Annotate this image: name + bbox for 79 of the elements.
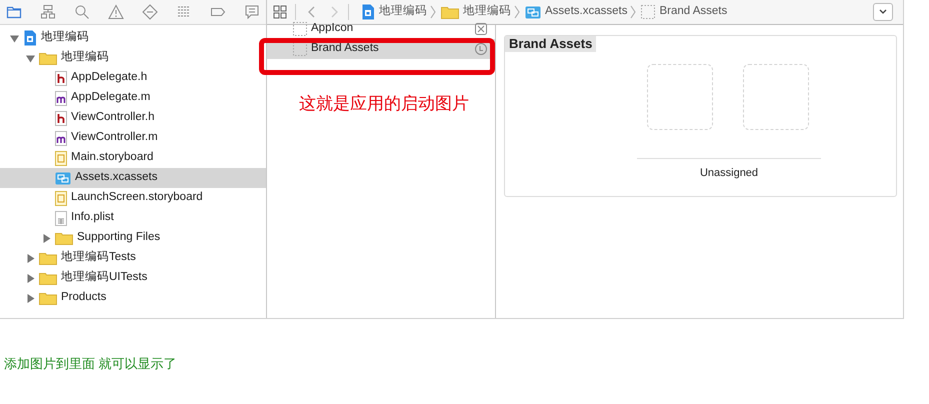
breadcrumb-item[interactable]: 地理编码 [379,3,427,21]
tree-item-label: LaunchScreen.storyboard [71,190,203,206]
chevron-down-icon [879,9,887,15]
folder-icon[interactable] [6,4,22,20]
plist-file-icon [55,210,67,226]
disclosure-down-icon[interactable] [26,54,35,62]
tree-item-label: 地理编码 [61,50,109,66]
folder-icon [39,251,57,265]
folder-icon [39,291,57,305]
hierarchy-icon[interactable] [40,4,56,20]
panel-title: Brand Assets [505,36,596,52]
tree-item-label: AppDelegate.h [71,70,148,86]
folder-icon [39,271,57,285]
speech-bubble-icon[interactable] [244,4,260,20]
dashed-square-icon [293,42,307,56]
tree-item-label: Products [61,290,106,306]
tree-item-label: Supporting Files [77,230,160,246]
tree-row[interactable]: 地理编码UITests [0,268,266,288]
annotation-text: 这就是应用的启动图片 [299,93,469,115]
tree-item-label: ViewController.m [71,130,158,146]
tree-row[interactable]: 地理编码 [0,48,266,68]
tree-item-label: 地理编码UITests [61,270,148,286]
tree-row[interactable]: Supporting Files [0,228,266,248]
tree-item-label: 地理编码 [41,30,89,46]
tree-row[interactable]: AppDelegate.h [0,68,266,88]
asset-row[interactable]: AppIcon [267,19,495,39]
asset-name: AppIcon [311,21,354,36]
breadcrumb-separator-icon [513,5,521,19]
tree-item-label: Info.plist [71,210,114,226]
breadcrumb-item[interactable]: Brand Assets [659,3,728,21]
breadcrumb-item[interactable]: Assets.xcassets [545,3,628,21]
tree-row[interactable]: Products [0,288,266,308]
app-icon-badge-icon [475,23,487,35]
tree-item-label: AppDelegate.m [71,90,150,106]
folder-icon [55,231,73,245]
asset-catalog-icon[interactable] [525,6,541,18]
header-file-icon [55,70,67,86]
breadcrumb-separator-icon [429,5,437,19]
tree-item-label: 地理编码Tests [61,250,136,266]
disclosure-right-icon[interactable] [26,254,35,262]
disclosure-right-icon[interactable] [26,294,35,302]
tree-row[interactable]: ViewController.m [0,128,266,148]
tree-row[interactable]: Info.plist [0,208,266,228]
caption-text: 添加图片到里面 就可以显示了 [4,356,177,371]
clock-badge-icon [475,43,487,55]
tree-row[interactable]: LaunchScreen.storyboard [0,188,266,208]
tree-row[interactable]: ViewController.h [0,108,266,128]
slot-label: Unassigned [700,166,758,181]
diamond-icon[interactable] [142,4,158,20]
tree-row[interactable]: Assets.xcassets [0,168,266,188]
tree-row[interactable]: 地理编码 [0,28,266,48]
disclosure-right-icon[interactable] [26,274,35,282]
warning-icon[interactable] [108,4,124,20]
tree-item-label: Main.storyboard [71,150,154,166]
dashed-square-icon [293,22,307,36]
tree-row[interactable]: AppDelegate.m [0,88,266,108]
source-file-icon [55,90,67,106]
storyboard-file-icon [55,150,67,166]
project-file-icon[interactable] [361,4,375,20]
folder-icon[interactable] [441,5,459,19]
storyboard-file-icon [55,190,67,206]
header-file-icon [55,110,67,126]
tree-item-label: Assets.xcassets [75,170,158,186]
asset-name: Brand Assets [311,41,380,56]
asset-catalog-icon [55,172,71,184]
dropdown-button[interactable] [873,3,893,21]
breadcrumb-separator-icon [629,5,638,19]
disclosure-right-icon[interactable] [42,234,51,242]
search-icon[interactable] [74,4,90,20]
disclosure-down-icon[interactable] [10,34,19,42]
source-file-icon [55,130,67,146]
folder-icon [39,51,57,65]
tree-item-label: ViewController.h [71,110,155,126]
dashed-square-icon[interactable] [641,5,656,19]
tree-row[interactable]: 地理编码Tests [0,248,266,268]
grid-icon[interactable] [273,5,287,19]
tree-row[interactable]: Main.storyboard [0,148,266,168]
project-file-icon [23,30,37,46]
breadcrumb-item[interactable]: 地理编码 [463,3,511,21]
